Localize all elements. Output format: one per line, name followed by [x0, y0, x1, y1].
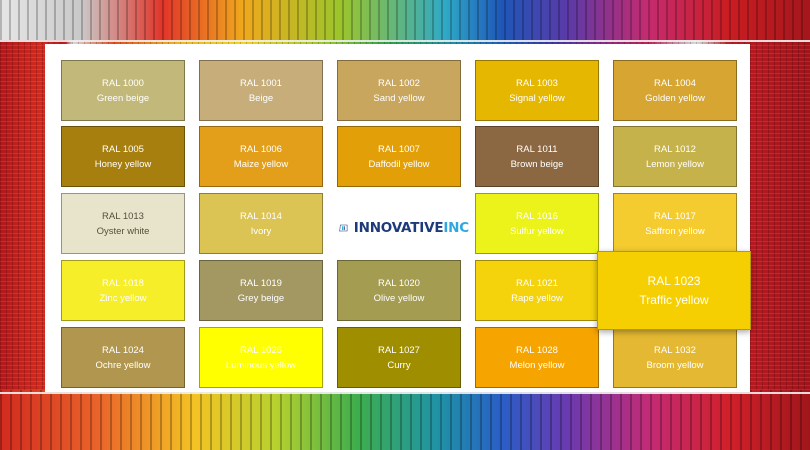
swatch-ral-1014: RAL 1014 Ivory: [199, 193, 323, 254]
color-chart-panel: RAL 1000 Green beige RAL 1001 Beige RAL …: [45, 44, 751, 392]
swatch-code: RAL 1012: [654, 143, 696, 155]
swatch-ral-1024: RAL 1024 Ochre yellow: [61, 327, 185, 388]
swatch-ral-1027: RAL 1027 Curry: [337, 327, 461, 388]
swatch-code: RAL 1017: [654, 210, 696, 222]
swatch-code: RAL 1001: [240, 77, 282, 89]
swatch-name: Honey yellow: [94, 158, 152, 170]
swatch-name: Beige: [248, 92, 274, 104]
swatch-name: Olive yellow: [373, 292, 425, 304]
swatch-ral-1032: RAL 1032 Broom yellow: [613, 327, 737, 388]
swatch-name: Maize yellow: [233, 158, 289, 170]
swatch-code: RAL 1004: [654, 77, 696, 89]
swatch-name: Melon yellow: [509, 359, 565, 371]
swatch-name: Golden yellow: [645, 92, 705, 104]
swatch-name: Green beige: [96, 92, 150, 104]
swatch-code: RAL 1002: [378, 77, 420, 89]
swatch-ral-1023-highlighted: RAL 1023 Traffic yellow: [597, 251, 751, 330]
swatch-code: RAL 1005: [102, 143, 144, 155]
swatch-code: RAL 1027: [378, 344, 420, 356]
swatch-code: RAL 1018: [102, 277, 144, 289]
swatch-ral-1004: RAL 1004 Golden yellow: [613, 60, 737, 121]
swatch-code: RAL 1003: [516, 77, 558, 89]
swatch-ral-1021: RAL 1021 Rape yellow: [475, 260, 599, 321]
swatch-ral-1028: RAL 1028 Melon yellow: [475, 327, 599, 388]
swatch-ral-1000: RAL 1000 Green beige: [61, 60, 185, 121]
swatch-code: RAL 1000: [102, 77, 144, 89]
swatch-code: RAL 1007: [378, 143, 420, 155]
swatch-code: RAL 1023: [647, 273, 701, 288]
swatch-ral-1007: RAL 1007 Daffodil yellow: [337, 126, 461, 187]
company-logo: INNOVATIVEINC: [339, 213, 469, 243]
swatch-name: Broom yellow: [646, 359, 704, 371]
swatch-ral-1003: RAL 1003 Signal yellow: [475, 60, 599, 121]
swatch-ral-1019: RAL 1019 Grey beige: [199, 260, 323, 321]
swatch-name: Luminous yellow: [225, 359, 297, 371]
logo-wordmark: INNOVATIVEINC: [354, 220, 469, 236]
shelf-line-top: [0, 40, 810, 42]
swatch-code: RAL 1028: [516, 344, 558, 356]
swatch-ral-1020: RAL 1020 Olive yellow: [337, 260, 461, 321]
swatch-name: Daffodil yellow: [368, 158, 430, 170]
swatch-name: Sand yellow: [373, 92, 425, 104]
swatch-code: RAL 1014: [240, 210, 282, 222]
swatch-ral-1013: RAL 1013 Oyster white: [61, 193, 185, 254]
swatch-name: Rape yellow: [511, 292, 563, 304]
swatch-name: Zinc yellow: [99, 292, 147, 304]
swatch-code: RAL 1016: [516, 210, 558, 222]
swatch-ral-1026: RAL 1026 Luminous yellow: [199, 327, 323, 388]
swatch-name: Lemon yellow: [645, 158, 705, 170]
swatch-ral-1017: RAL 1017 Saffron yellow: [613, 193, 737, 254]
bars-logo-icon: [339, 224, 348, 232]
logo-main-text: INNOVATIVE: [353, 220, 444, 236]
swatch-ral-1012: RAL 1012 Lemon yellow: [613, 126, 737, 187]
swatch-ral-1002: RAL 1002 Sand yellow: [337, 60, 461, 121]
swatch-ral-1018: RAL 1018 Zinc yellow: [61, 260, 185, 321]
swatch-name: Saffron yellow: [645, 225, 705, 237]
logo-accent-text: INC: [443, 220, 469, 236]
swatch-name: Traffic yellow: [639, 292, 709, 307]
swatch-code: RAL 1013: [102, 210, 144, 222]
swatch-code: RAL 1024: [102, 344, 144, 356]
swatch-code: RAL 1011: [516, 143, 558, 155]
swatch-code: RAL 1032: [654, 344, 696, 356]
swatch-name: Grey beige: [237, 292, 285, 304]
shelf-line-bottom: [0, 392, 810, 394]
swatch-name: Brown beige: [510, 158, 564, 170]
swatch-ral-1011: RAL 1011 Brown beige: [475, 126, 599, 187]
top-lamellae: [0, 0, 810, 40]
swatch-ral-1016: RAL 1016 Sulfur yellow: [475, 193, 599, 254]
swatch-ral-1001: RAL 1001 Beige: [199, 60, 323, 121]
swatch-code: RAL 1020: [378, 277, 420, 289]
swatch-name: Ivory: [250, 225, 272, 237]
swatch-name: Ochre yellow: [95, 359, 151, 371]
swatch-ral-1006: RAL 1006 Maize yellow: [199, 126, 323, 187]
swatch-ral-1005: RAL 1005 Honey yellow: [61, 126, 185, 187]
swatch-code: RAL 1006: [240, 143, 282, 155]
swatch-name: Oyster white: [96, 225, 150, 237]
swatch-name: Sulfur yellow: [510, 225, 564, 237]
swatch-name: Signal yellow: [509, 92, 565, 104]
swatch-code: RAL 1026: [240, 344, 282, 356]
bottom-lamellae: [0, 390, 810, 450]
swatch-code: RAL 1019: [240, 277, 282, 289]
swatch-code: RAL 1021: [516, 277, 558, 289]
swatch-name: Curry: [387, 359, 411, 371]
